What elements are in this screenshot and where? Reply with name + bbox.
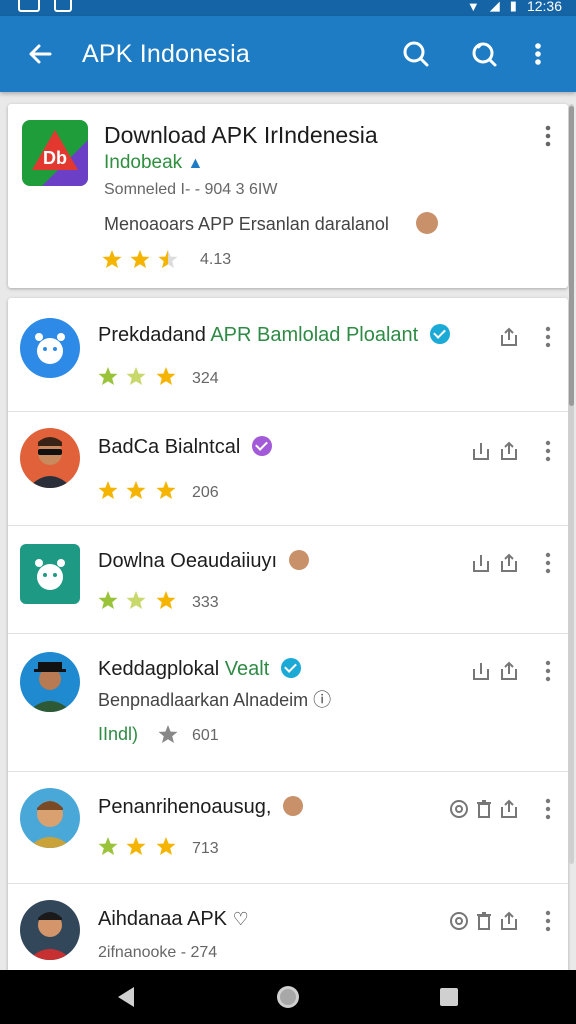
more-vert-icon[interactable] [542, 798, 554, 820]
rating-count: 324 [192, 370, 219, 387]
app-avatar [20, 900, 80, 960]
featured-description: Menoaoars APP Ersanlan daralanol [104, 214, 389, 234]
system-nav-bar [0, 970, 576, 1024]
app-name: Penanrihenoausug, [98, 796, 304, 819]
share-icon[interactable] [498, 326, 520, 348]
nav-recents-icon[interactable] [434, 982, 464, 1012]
rating-prefix: IIndl) [98, 724, 139, 744]
app-name: Aihdanaa APK ♡ [98, 908, 249, 930]
developer-badge-icon: ▲ [187, 155, 204, 172]
more-vert-icon[interactable] [542, 660, 554, 682]
app-name: Dowlna Oeaudaiiuyı [98, 550, 309, 573]
search-icon[interactable] [398, 36, 434, 72]
info-icon: ⓘ [313, 690, 332, 710]
play-icon [54, 0, 72, 12]
more-vert-icon[interactable] [542, 124, 554, 148]
nav-home-icon[interactable] [273, 982, 303, 1012]
app-bar: APK Indonesia [0, 16, 576, 92]
list-item[interactable]: Keddagplokal Vealt Benpnadlaarkan Alnade… [8, 634, 568, 772]
at-icon[interactable] [448, 798, 470, 820]
star-rating [98, 837, 176, 855]
heart-icon: ♡ [232, 909, 249, 929]
app-name: Keddagplokal Vealt [98, 658, 301, 681]
app-avatar [20, 544, 80, 604]
share-icon[interactable] [498, 552, 520, 574]
clock: 12:36 [526, 0, 562, 14]
app-name: Prekdadand APR Bamlolad Ploalant [98, 324, 450, 347]
person-avatar-icon [28, 801, 72, 848]
status-bar: ▼ ◢ ▮ 12:36 [0, 0, 576, 16]
rating-count: 206 [192, 484, 219, 501]
rating-count: 333 [192, 594, 219, 611]
verified-badge-icon [429, 324, 450, 344]
robot-icon [35, 559, 65, 590]
app-avatar [20, 318, 80, 378]
robot-icon [35, 333, 65, 364]
notification-icon [18, 0, 40, 12]
wifi-icon: ▼ [466, 0, 480, 14]
download-icon[interactable] [470, 660, 492, 682]
more-vert-icon[interactable] [542, 910, 554, 932]
featured-app-title: Download APK IrIndenesia [104, 122, 378, 148]
star-rating [98, 367, 176, 385]
app-list: Prekdadand APR Bamlolad Ploalant 324 Bad… [8, 298, 568, 978]
featured-app-icon: Db [22, 120, 88, 186]
svg-text:Db: Db [43, 148, 67, 168]
refresh-search-icon[interactable] [466, 36, 502, 72]
share-icon[interactable] [498, 660, 520, 682]
back-arrow-icon[interactable] [22, 36, 58, 72]
star-rating [98, 481, 176, 499]
app-subtitle: 2ifnanooke - 274 [98, 944, 218, 961]
nav-back-icon[interactable] [112, 982, 142, 1012]
app-avatar [20, 652, 80, 712]
more-vert-icon[interactable] [542, 552, 554, 574]
featured-rating: 4.13 [200, 251, 232, 268]
rating-count: 601 [192, 727, 219, 744]
list-item[interactable]: Prekdadand APR Bamlolad Ploalant 324 [8, 298, 568, 412]
delete-icon[interactable] [473, 910, 495, 932]
emoji-icon [416, 212, 438, 234]
share-icon[interactable] [498, 440, 520, 462]
download-icon[interactable] [470, 552, 492, 574]
delete-icon[interactable] [473, 798, 495, 820]
verified-badge-icon [251, 436, 272, 456]
download-icon[interactable] [470, 440, 492, 462]
more-vert-icon[interactable] [542, 440, 554, 462]
at-icon[interactable] [448, 910, 470, 932]
more-vert-icon[interactable] [542, 326, 554, 348]
featured-app-card[interactable]: Db Download APK IrIndenesia Indobeak ▲ S… [8, 104, 568, 288]
list-item[interactable]: BadCa Bialntcal 206 [8, 412, 568, 526]
verified-badge-icon [280, 658, 301, 678]
featured-developer: Indobeak ▲ [104, 152, 204, 173]
rating-count: 713 [192, 840, 219, 857]
page-title: APK Indonesia [82, 40, 250, 68]
list-item[interactable]: Aihdanaa APK ♡ 2ifnanooke - 274 [8, 884, 568, 978]
featured-star-rating [102, 250, 178, 268]
list-item[interactable]: Dowlna Oeaudaiiuyı 333 [8, 526, 568, 634]
app-avatar [20, 788, 80, 848]
star-rating [158, 725, 178, 743]
scrollbar-thumb[interactable] [569, 106, 574, 406]
emoji-icon [288, 550, 309, 570]
app-subtitle: Benpnadlaarkan Alnadeim ⓘ [98, 690, 332, 710]
app-name: BadCa Bialntcal [98, 436, 272, 459]
star-rating [98, 591, 176, 609]
person-avatar-icon [28, 437, 72, 488]
signal-icon: ◢ [489, 0, 500, 13]
battery-icon: ▮ [509, 0, 517, 13]
person-avatar-icon [28, 662, 72, 712]
featured-meta: Somneled I‐ - 904 3 6IW [104, 181, 278, 198]
more-vert-icon[interactable] [528, 36, 548, 72]
app-avatar [20, 428, 80, 488]
share-icon[interactable] [498, 910, 520, 932]
list-item[interactable]: Penanrihenoausug, 713 [8, 772, 568, 884]
person-avatar-icon [28, 912, 72, 960]
share-icon[interactable] [498, 798, 520, 820]
emoji-icon [283, 796, 304, 816]
